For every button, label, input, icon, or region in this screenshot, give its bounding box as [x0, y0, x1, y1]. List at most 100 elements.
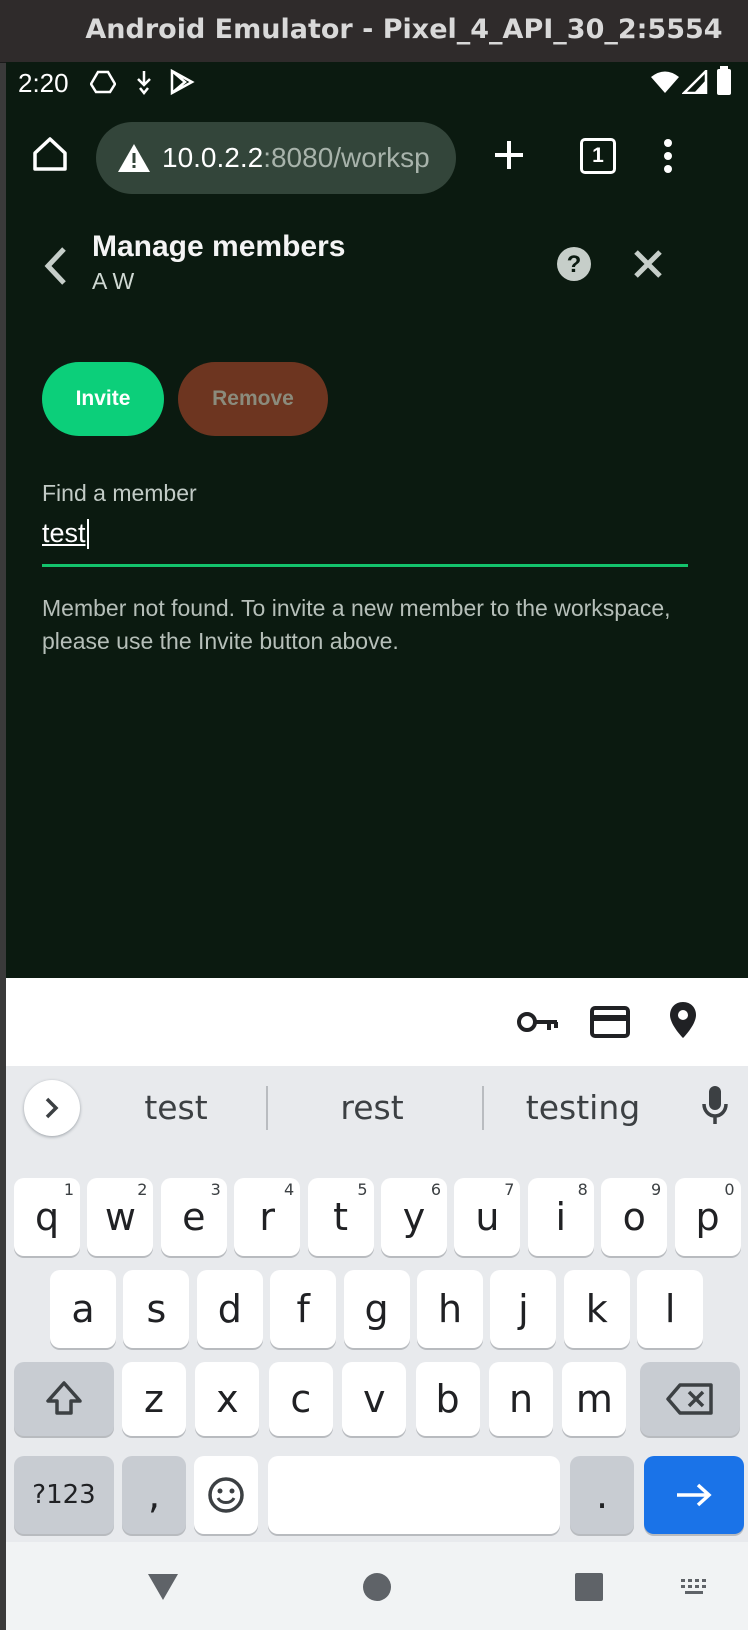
- key-m[interactable]: m: [562, 1362, 627, 1436]
- key-number-hint: 1: [63, 1180, 74, 1199]
- key-k[interactable]: k: [563, 1270, 630, 1348]
- key-number-hint: 0: [724, 1180, 735, 1199]
- key-label: e: [182, 1195, 206, 1239]
- key-l[interactable]: l: [637, 1270, 704, 1348]
- signal-icon: [682, 70, 708, 94]
- nav-back-icon[interactable]: [146, 1572, 180, 1602]
- key-number-hint: 9: [651, 1180, 662, 1199]
- suggestion-divider: [266, 1086, 268, 1130]
- status-time: 2:20: [18, 68, 69, 98]
- key-w[interactable]: w2: [87, 1178, 154, 1256]
- key-h[interactable]: h: [417, 1270, 483, 1348]
- key-u[interactable]: u7: [454, 1178, 521, 1256]
- key-a[interactable]: a: [50, 1270, 116, 1348]
- key-f[interactable]: f: [270, 1270, 337, 1348]
- suggestion-1[interactable]: test: [88, 1088, 264, 1127]
- tab-switcher-button[interactable]: 1: [580, 138, 616, 174]
- period-key-label: .: [595, 1473, 609, 1517]
- nav-recents-icon[interactable]: [574, 1572, 604, 1602]
- period-key[interactable]: .: [570, 1456, 634, 1534]
- remove-button[interactable]: Remove: [178, 362, 328, 436]
- svg-text:?: ?: [567, 251, 582, 278]
- key-g[interactable]: g: [343, 1270, 410, 1348]
- comma-key[interactable]: ,: [122, 1456, 186, 1534]
- keyboard-switch-icon[interactable]: [680, 1578, 712, 1598]
- close-icon[interactable]: [632, 248, 664, 280]
- key-label: h: [437, 1287, 463, 1331]
- microphone-icon[interactable]: [700, 1084, 730, 1128]
- key-p[interactable]: p0: [674, 1178, 741, 1256]
- invite-button[interactable]: Invite: [42, 362, 164, 436]
- space-key[interactable]: [268, 1456, 560, 1534]
- key-s[interactable]: s: [123, 1270, 190, 1348]
- key-y[interactable]: y6: [381, 1178, 447, 1256]
- key-number-hint: 2: [137, 1180, 148, 1199]
- help-icon[interactable]: ?: [556, 246, 592, 282]
- payment-card-icon[interactable]: [590, 1006, 630, 1038]
- key-number-hint: 8: [577, 1180, 588, 1199]
- symbols-key-label: ?123: [32, 1480, 96, 1510]
- url-text: 10.0.2.2:8080/worksp: [162, 142, 442, 174]
- key-j[interactable]: j: [490, 1270, 557, 1348]
- member-not-found-message: Member not found. To invite a new member…: [42, 595, 671, 654]
- device-screen: 2:20 10.0.2.2:8080/worksp 1 Manage membe…: [6, 62, 748, 1630]
- home-icon[interactable]: [30, 134, 70, 174]
- key-number-hint: 7: [504, 1180, 515, 1199]
- key-label: s: [146, 1287, 167, 1331]
- key-z[interactable]: z: [122, 1362, 186, 1436]
- url-bar[interactable]: 10.0.2.2:8080/worksp: [96, 122, 456, 194]
- key-label: a: [71, 1287, 95, 1331]
- key-label: n: [508, 1377, 534, 1421]
- key-label: c: [290, 1377, 312, 1421]
- suggestion-2[interactable]: rest: [272, 1088, 472, 1127]
- suggestion-expand-button[interactable]: [24, 1080, 80, 1136]
- key-i[interactable]: i8: [527, 1178, 594, 1256]
- key-v[interactable]: v: [342, 1362, 407, 1436]
- url-path: :8080/worksp: [263, 142, 430, 173]
- emoji-key[interactable]: [194, 1456, 258, 1534]
- key-o[interactable]: o9: [601, 1178, 668, 1256]
- shift-key[interactable]: [14, 1362, 114, 1436]
- key-label: b: [435, 1377, 460, 1421]
- key-r[interactable]: r4: [234, 1178, 301, 1256]
- backspace-icon: [666, 1383, 713, 1415]
- key-label: r: [259, 1195, 275, 1239]
- symbols-key[interactable]: ?123: [14, 1456, 114, 1534]
- key-label: m: [575, 1377, 613, 1421]
- key-label: g: [364, 1287, 389, 1331]
- key-q[interactable]: q1: [14, 1178, 80, 1256]
- suggestion-3[interactable]: testing: [488, 1088, 678, 1127]
- find-member-value: test: [42, 518, 86, 548]
- enter-key[interactable]: [644, 1456, 744, 1534]
- emulator-title: Android Emulator - Pixel_4_API_30_2:5554: [85, 14, 723, 45]
- shift-icon: [46, 1381, 82, 1415]
- key-n[interactable]: n: [489, 1362, 553, 1436]
- backspace-key[interactable]: [640, 1362, 740, 1436]
- suggestion-divider: [482, 1086, 484, 1130]
- find-member-label: Find a member: [42, 480, 197, 506]
- browser-menu-icon[interactable]: [660, 138, 676, 174]
- page-title: Manage members: [92, 230, 346, 263]
- key-t[interactable]: t5: [307, 1178, 374, 1256]
- key-b[interactable]: b: [415, 1362, 480, 1436]
- text-caret: [87, 519, 89, 549]
- drive-icon: [90, 70, 116, 94]
- nav-home-icon[interactable]: [362, 1572, 392, 1602]
- location-pin-icon[interactable]: [668, 1000, 698, 1040]
- back-chevron-icon[interactable]: [40, 244, 72, 288]
- key-c[interactable]: c: [268, 1362, 333, 1436]
- find-member-input[interactable]: test: [42, 512, 688, 560]
- key-label: l: [664, 1287, 676, 1331]
- key-label: o: [622, 1195, 646, 1239]
- key-icon[interactable]: [516, 1006, 560, 1038]
- battery-icon: [717, 66, 731, 95]
- key-label: t: [333, 1195, 349, 1239]
- key-d[interactable]: d: [196, 1270, 263, 1348]
- key-x[interactable]: x: [195, 1362, 260, 1436]
- key-label: j: [518, 1287, 529, 1331]
- find-member-underline: [42, 564, 688, 567]
- key-e[interactable]: e3: [160, 1178, 227, 1256]
- emoji-icon: [208, 1477, 244, 1513]
- new-tab-icon[interactable]: [492, 138, 526, 172]
- warning-icon: [118, 144, 150, 172]
